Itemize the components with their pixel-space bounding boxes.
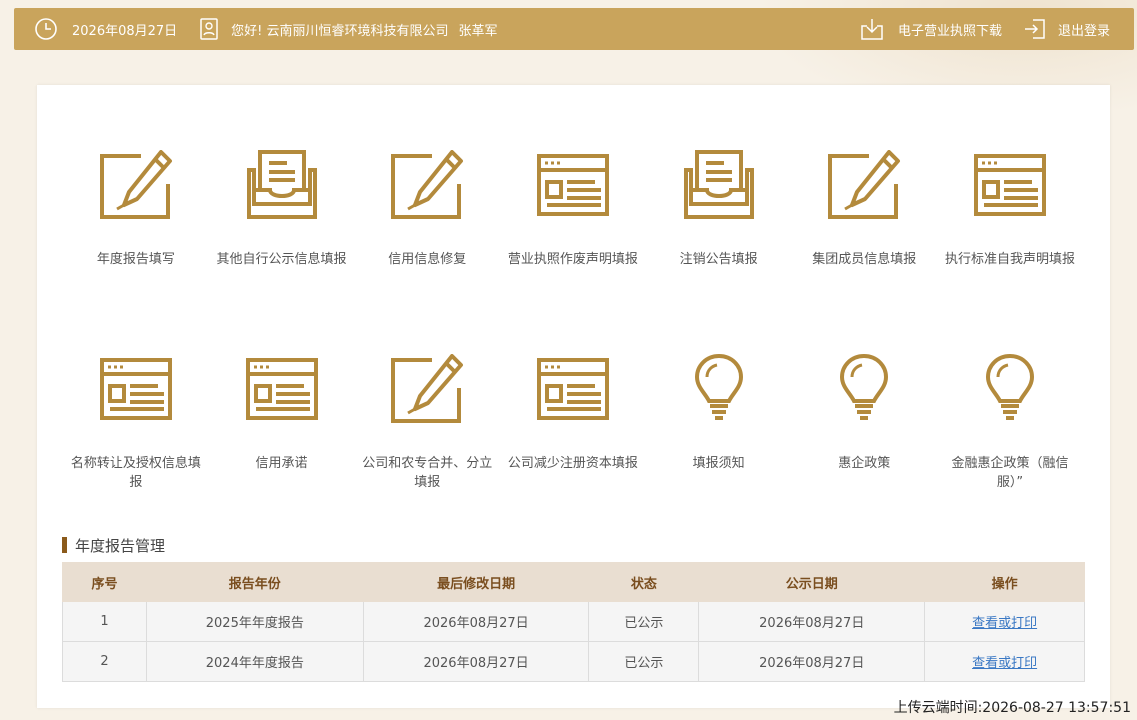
menu-item-label: 惠企政策 xyxy=(838,456,891,471)
menu-item-label: 年度报告填写 xyxy=(96,252,175,267)
function-menu-grid: 年度报告填写 其他自行公示信息填报 信用信息修复 营业执照作废声明填报 注销公告填报 集团… xyxy=(63,145,1083,553)
row-number: 1 xyxy=(62,601,147,642)
browser-form-icon xyxy=(242,349,322,429)
browser-form-icon xyxy=(96,349,176,429)
license-download-label: 电子营业执照下载 xyxy=(897,23,1002,39)
top-bar-right: 电子营业执照下载 退出登录 xyxy=(860,8,1110,50)
edit-icon xyxy=(387,349,467,429)
license-download-button[interactable]: 电子营业执照下载 xyxy=(860,18,1002,40)
published-date: 2026年08月27日 xyxy=(698,641,926,682)
menu-item[interactable]: 信用承诺 xyxy=(209,349,355,553)
edit-icon xyxy=(96,145,176,225)
menu-item[interactable]: 注销公告填报 xyxy=(646,145,792,349)
modified-date: 2026年08月27日 xyxy=(362,641,590,682)
table-row: 1 2025年年度报告 2026年08月27日 已公示 2026年08月27日 … xyxy=(62,601,1085,642)
menu-item[interactable]: 集团成员信息填报 xyxy=(791,145,937,349)
table-row: 2 2024年年度报告 2026年08月27日 已公示 2026年08月27日 … xyxy=(62,641,1085,682)
menu-item[interactable]: 信用信息修复 xyxy=(354,145,500,349)
report-year: 2025年年度报告 xyxy=(145,601,364,642)
menu-item[interactable]: 填报须知 xyxy=(646,349,792,553)
column-header: 状态 xyxy=(588,562,700,602)
menu-item[interactable]: 营业执照作废声明填报 xyxy=(500,145,646,349)
section-title-bar xyxy=(62,537,67,553)
edit-icon xyxy=(824,145,904,225)
section-title: 年度报告管理 xyxy=(62,535,165,555)
table-header-row: 序号 报告年份 最后修改日期 状态 公示日期 操作 xyxy=(62,562,1085,602)
report-year: 2024年年度报告 xyxy=(145,641,364,682)
menu-item[interactable]: 惠企政策 xyxy=(791,349,937,553)
status: 已公示 xyxy=(588,601,700,642)
menu-item-label: 集团成员信息填报 xyxy=(812,252,917,267)
logout-button[interactable]: 退出登录 xyxy=(1002,18,1110,40)
lightbulb-icon xyxy=(679,349,759,429)
lightbulb-icon xyxy=(824,349,904,429)
current-date: 2026年08月27日 xyxy=(72,23,178,39)
status: 已公示 xyxy=(588,641,700,682)
menu-item[interactable]: 金融惠企政策（融信服）” xyxy=(937,349,1083,553)
menu-item-label: 公司减少注册资本填报 xyxy=(507,456,638,471)
menu-item-label: 信用承诺 xyxy=(255,456,308,471)
view-print-link[interactable]: 查看或打印 xyxy=(972,616,1037,631)
column-header: 报告年份 xyxy=(145,562,364,602)
menu-item-label: 填报须知 xyxy=(692,456,745,471)
menu-item[interactable]: 公司减少注册资本填报 xyxy=(500,349,646,553)
menu-item-label: 其他自行公示信息填报 xyxy=(216,252,347,267)
logout-label: 退出登录 xyxy=(1057,23,1110,39)
browser-form-icon xyxy=(533,349,613,429)
menu-item[interactable]: 名称转让及授权信息填报 xyxy=(63,349,209,553)
published-date: 2026年08月27日 xyxy=(698,601,926,642)
edit-icon xyxy=(387,145,467,225)
user-name: 张革军 xyxy=(458,23,498,39)
greeting-text: 您好! 云南丽川恒睿环境科技有限公司 xyxy=(231,23,449,39)
menu-item[interactable]: 执行标准自我声明填报 xyxy=(937,145,1083,349)
view-print-link[interactable]: 查看或打印 xyxy=(972,656,1037,671)
column-header: 操作 xyxy=(924,562,1085,602)
top-bar: 2026年08月27日 您好! 云南丽川恒睿环境科技有限公司 张革军 电子营业执… xyxy=(14,8,1134,50)
download-icon xyxy=(860,18,884,40)
modified-date: 2026年08月27日 xyxy=(362,601,590,642)
menu-item[interactable]: 公司和农专合并、分立填报 xyxy=(354,349,500,553)
top-bar-left: 2026年08月27日 您好! 云南丽川恒睿环境科技有限公司 张革军 xyxy=(34,8,498,50)
action-cell: 查看或打印 xyxy=(924,641,1085,682)
menu-item[interactable]: 年度报告填写 xyxy=(63,145,209,349)
column-header: 公示日期 xyxy=(698,562,926,602)
column-header: 序号 xyxy=(62,562,147,602)
section-title-text: 年度报告管理 xyxy=(75,536,166,555)
annual-report-table: 序号 报告年份 最后修改日期 状态 公示日期 操作 1 2025年年度报告 20… xyxy=(62,562,1085,682)
main-card: 年度报告填写 其他自行公示信息填报 信用信息修复 营业执照作废声明填报 注销公告填报 集团… xyxy=(37,85,1110,708)
clock-icon xyxy=(34,17,58,41)
user-card-icon xyxy=(199,18,219,40)
menu-item-label: 执行标准自我声明填报 xyxy=(944,252,1075,267)
menu-item-label: 信用信息修复 xyxy=(388,252,467,267)
menu-item-label: 公司和农专合并、分立填报 xyxy=(362,456,493,490)
menu-item-label: 营业执照作废声明填报 xyxy=(507,252,638,267)
menu-item-label: 名称转让及授权信息填报 xyxy=(70,456,201,490)
action-cell: 查看或打印 xyxy=(924,601,1085,642)
row-number: 2 xyxy=(62,641,147,682)
inbox-document-icon xyxy=(679,145,759,225)
menu-item-label: 金融惠企政策（融信服）” xyxy=(951,456,1069,490)
browser-form-icon xyxy=(533,145,613,225)
menu-item-label: 注销公告填报 xyxy=(679,252,758,267)
column-header: 最后修改日期 xyxy=(362,562,590,602)
inbox-document-icon xyxy=(242,145,322,225)
upload-time: 上传云端时间:2026-08-27 13:57:51 xyxy=(893,700,1131,716)
menu-item[interactable]: 其他自行公示信息填报 xyxy=(209,145,355,349)
browser-form-icon xyxy=(970,145,1050,225)
lightbulb-icon xyxy=(970,349,1050,429)
logout-icon xyxy=(1024,18,1046,40)
